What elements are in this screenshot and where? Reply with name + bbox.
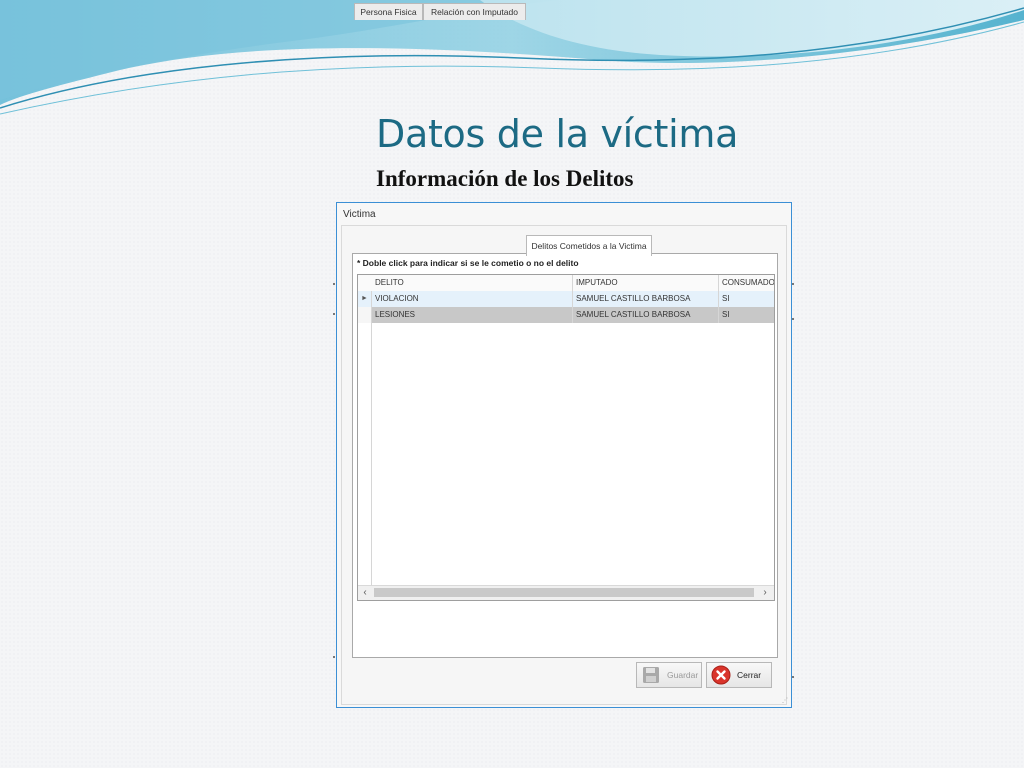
row-header-column xyxy=(358,275,372,600)
slide-title: Datos de la víctima xyxy=(376,112,739,156)
tab-label: Delitos Cometidos a la Victima xyxy=(531,241,647,251)
cell-imputado[interactable]: SAMUEL CASTILLO BARBOSA xyxy=(573,291,719,307)
scrollbar-thumb[interactable] xyxy=(374,588,754,597)
tab-label: Relación con Imputado xyxy=(431,7,518,17)
resize-mark xyxy=(792,283,794,285)
close-icon xyxy=(711,665,731,685)
cell-consumado[interactable]: SI xyxy=(719,307,774,323)
arrow-right-icon: ► xyxy=(358,291,372,307)
resize-mark xyxy=(333,313,335,315)
tab-label: Persona Fisica xyxy=(360,7,417,17)
table-row[interactable]: ► VIOLACION SAMUEL CASTILLO BARBOSA SI xyxy=(358,291,774,307)
row-indicator xyxy=(358,307,372,323)
cell-delito[interactable]: VIOLACION xyxy=(372,291,573,307)
cell-consumado[interactable]: SI xyxy=(719,291,774,307)
grid-header: DELITO IMPUTADO CONSUMADO xyxy=(358,275,774,292)
resize-mark xyxy=(792,318,794,320)
cell-imputado[interactable]: SAMUEL CASTILLO BARBOSA xyxy=(573,307,719,323)
chevron-left-icon[interactable]: ‹ xyxy=(358,586,372,600)
resize-mark xyxy=(792,676,794,678)
column-header-consumado[interactable]: CONSUMADO xyxy=(719,275,774,291)
column-header-delito[interactable]: DELITO xyxy=(372,275,573,291)
window-title: Victima xyxy=(343,209,376,220)
horizontal-scrollbar[interactable]: ‹ › xyxy=(358,585,774,600)
save-button[interactable]: Guardar xyxy=(636,662,702,688)
hint-text: * Doble click para indicar si se le come… xyxy=(357,258,579,268)
column-header-imputado[interactable]: IMPUTADO xyxy=(573,275,719,291)
close-button[interactable]: Cerrar xyxy=(706,662,772,688)
table-row[interactable]: LESIONES SAMUEL CASTILLO BARBOSA SI xyxy=(358,307,774,323)
slide-subtitle: Información de los Delitos xyxy=(376,166,634,191)
resize-mark xyxy=(333,656,335,658)
floppy-disk-icon xyxy=(641,665,661,685)
resize-grip-icon[interactable]: ⋰ xyxy=(782,698,788,704)
tab-relacion-imputado[interactable]: Relación con Imputado xyxy=(423,3,526,20)
save-button-label: Guardar xyxy=(667,670,699,680)
delitos-grid[interactable]: DELITO IMPUTADO CONSUMADO ► VIOLACION SA… xyxy=(357,274,775,601)
resize-mark xyxy=(333,283,335,285)
tab-delitos-cometidos[interactable]: Delitos Cometidos a la Victima xyxy=(526,235,652,256)
tab-page-delitos: * Doble click para indicar si se le come… xyxy=(352,253,778,658)
cell-delito[interactable]: LESIONES xyxy=(372,307,573,323)
chevron-right-icon[interactable]: › xyxy=(758,586,772,600)
close-button-label: Cerrar xyxy=(737,670,762,680)
tab-persona-fisica[interactable]: Persona Fisica xyxy=(354,3,423,20)
